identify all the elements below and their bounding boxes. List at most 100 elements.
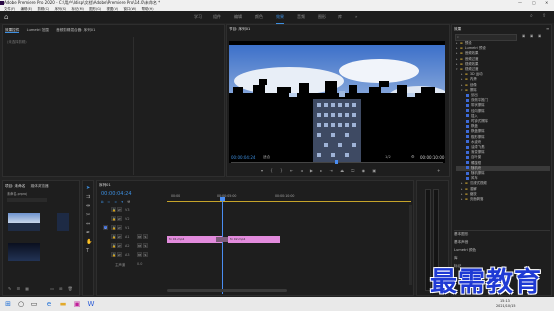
essential-sound-section[interactable]: 基本声音 bbox=[454, 240, 468, 245]
a2-lock-button[interactable]: 🔒 bbox=[111, 243, 116, 248]
workspace-assembly[interactable]: 组件 bbox=[213, 11, 221, 23]
comparison-view-icon[interactable]: ▣ bbox=[372, 168, 376, 173]
mark-out-icon[interactable]: } bbox=[280, 168, 283, 173]
a3-mute-button[interactable]: M bbox=[137, 252, 142, 257]
panel-menu-icon[interactable]: ≡ bbox=[546, 26, 549, 31]
workspace-learn[interactable]: 学习 bbox=[194, 11, 202, 23]
slip-tool-icon[interactable]: ⇔ bbox=[86, 221, 90, 227]
transition-icon[interactable] bbox=[466, 155, 469, 159]
search-icon[interactable]: ⌕ bbox=[530, 13, 533, 19]
effects-search-input[interactable]: ⌕ bbox=[455, 34, 517, 41]
word-icon[interactable]: W bbox=[86, 299, 96, 309]
v1-sync-button[interactable]: ⇄ bbox=[117, 225, 122, 230]
track-select-tool-icon[interactable]: ⇉ bbox=[86, 194, 90, 200]
timeline-sequence-tab[interactable]: 序列01 bbox=[99, 183, 111, 188]
v1-source-patch[interactable]: V bbox=[103, 225, 108, 230]
media-thumbnail-1[interactable] bbox=[8, 213, 40, 231]
v2-sync-button[interactable]: ⇄ bbox=[117, 216, 122, 221]
settings-wrench-icon[interactable]: ⚙ bbox=[411, 154, 415, 159]
pencil-icon[interactable]: ✎ bbox=[8, 286, 11, 291]
a1-sync-button[interactable]: ⇄ bbox=[117, 234, 122, 239]
nest-icon[interactable]: ⧉ bbox=[101, 200, 103, 204]
linked-selection-icon[interactable]: ∞ bbox=[114, 200, 117, 204]
add-marker-icon[interactable]: ▾ bbox=[121, 200, 123, 204]
transition-icon[interactable] bbox=[466, 145, 469, 149]
v2-lock-button[interactable]: 🔒 bbox=[111, 216, 116, 221]
media-thumbnail-3[interactable] bbox=[8, 243, 40, 261]
workspace-more-icon[interactable]: » bbox=[355, 14, 357, 19]
transition-icon[interactable] bbox=[466, 171, 469, 175]
home-icon[interactable]: ⌂ bbox=[4, 13, 8, 21]
effects-panel-title[interactable]: 效果 bbox=[454, 27, 461, 32]
workspace-libraries[interactable]: 库 bbox=[338, 11, 342, 23]
a1-mute-button[interactable]: M bbox=[137, 234, 142, 239]
track-label-a1[interactable]: A1 bbox=[125, 235, 129, 239]
v3-sync-button[interactable]: ⇄ bbox=[117, 207, 122, 212]
export-frame-icon[interactable]: ◉ bbox=[362, 168, 366, 173]
essential-graphics-section[interactable]: 基本图形 bbox=[454, 232, 468, 237]
a3-solo-button[interactable]: S bbox=[143, 252, 148, 257]
workspace-audio[interactable]: 音频 bbox=[297, 11, 305, 23]
workspace-effects[interactable]: 效果 bbox=[276, 11, 284, 24]
lift-icon[interactable]: ⏏ bbox=[340, 168, 344, 173]
timeline-timecode[interactable]: 00:00:04:24 bbox=[101, 191, 132, 197]
new-item-icon[interactable]: ⊞ bbox=[59, 286, 62, 291]
go-to-in-icon[interactable]: ⇤ bbox=[290, 168, 293, 173]
snap-icon[interactable]: ⊂ bbox=[108, 200, 111, 204]
transition-icon[interactable] bbox=[466, 114, 469, 118]
transition-icon[interactable] bbox=[466, 103, 469, 107]
timeline-zoom-scrollbar[interactable] bbox=[167, 289, 287, 292]
track-label-a2[interactable]: A2 bbox=[125, 244, 129, 248]
master-volume-value[interactable]: 0.0 bbox=[137, 262, 142, 266]
pen-tool-icon[interactable]: ✒ bbox=[86, 230, 90, 236]
transition-icon[interactable] bbox=[466, 135, 469, 139]
hand-tool-icon[interactable]: ✋ bbox=[86, 239, 92, 245]
file-explorer-icon[interactable]: ▬ bbox=[58, 299, 68, 309]
transition-icon[interactable] bbox=[466, 109, 469, 113]
add-marker-icon[interactable]: ▾ bbox=[261, 168, 263, 173]
clip-02[interactable]: fx 02.mp4 bbox=[228, 236, 280, 243]
lumetri-color-section[interactable]: Lumetri 颜色 bbox=[454, 248, 476, 253]
a2-mute-button[interactable]: M bbox=[137, 243, 142, 248]
icon-view-icon[interactable]: ▦ bbox=[25, 286, 29, 291]
a3-lock-button[interactable]: 🔒 bbox=[111, 252, 116, 257]
trash-icon[interactable]: 🗑 bbox=[68, 286, 73, 291]
accelerated-effects-icon[interactable]: ▣ bbox=[522, 34, 525, 38]
edge-icon[interactable]: e bbox=[44, 299, 54, 309]
track-label-a3[interactable]: A3 bbox=[125, 253, 129, 257]
resolution-dropdown[interactable]: 1/2 bbox=[385, 155, 391, 159]
mark-in-icon[interactable]: { bbox=[270, 168, 273, 173]
extract-icon[interactable]: ⏍ bbox=[351, 168, 354, 173]
transition-icon[interactable] bbox=[466, 176, 469, 180]
program-timecode[interactable]: 00:00:04:24 bbox=[231, 155, 255, 160]
timeline-settings-icon[interactable]: ⚒ bbox=[127, 200, 130, 204]
transition-icon[interactable] bbox=[466, 129, 469, 133]
fit-dropdown[interactable]: 适合 bbox=[263, 155, 270, 160]
play-icon[interactable]: ▶ bbox=[310, 168, 313, 173]
transition-random-blocks[interactable] bbox=[216, 237, 228, 242]
a2-solo-button[interactable]: S bbox=[143, 243, 148, 248]
tab-lumetri-scopes[interactable]: Lumetri 范围 bbox=[27, 28, 49, 32]
new-bin-icon[interactable]: ▭ bbox=[50, 286, 54, 291]
quick-export-icon[interactable]: ⇪ bbox=[542, 13, 546, 19]
premiere-taskbar-icon[interactable]: ▣ bbox=[72, 299, 82, 309]
transition-icon[interactable] bbox=[466, 161, 469, 165]
workspace-editing[interactable]: 编辑 bbox=[234, 11, 242, 23]
track-label-v3[interactable]: V3 bbox=[125, 208, 129, 212]
search-icon[interactable]: ○ bbox=[16, 299, 26, 309]
track-label-v2[interactable]: V2 bbox=[125, 217, 129, 221]
video-preview[interactable] bbox=[229, 41, 445, 163]
effects-tree-item[interactable]: ▸ ▬ 页面剥落 bbox=[456, 197, 550, 202]
selection-tool-icon[interactable]: ➤ bbox=[86, 185, 90, 191]
list-view-icon[interactable]: ☰ bbox=[17, 286, 21, 291]
32bit-effects-icon[interactable]: ▣ bbox=[530, 34, 533, 38]
type-tool-icon[interactable]: T bbox=[86, 248, 89, 254]
transition-icon[interactable] bbox=[466, 98, 469, 102]
v3-lock-button[interactable]: 🔒 bbox=[111, 207, 116, 212]
transition-icon[interactable] bbox=[466, 124, 469, 128]
tab-audio-clip-mixer[interactable]: 音频剪辑混合器: 序列01 bbox=[56, 28, 95, 32]
yuv-effects-icon[interactable]: ▣ bbox=[538, 34, 541, 38]
work-area-bar[interactable] bbox=[167, 201, 411, 202]
transition-icon[interactable] bbox=[466, 140, 469, 144]
playhead-handle[interactable] bbox=[220, 197, 225, 201]
